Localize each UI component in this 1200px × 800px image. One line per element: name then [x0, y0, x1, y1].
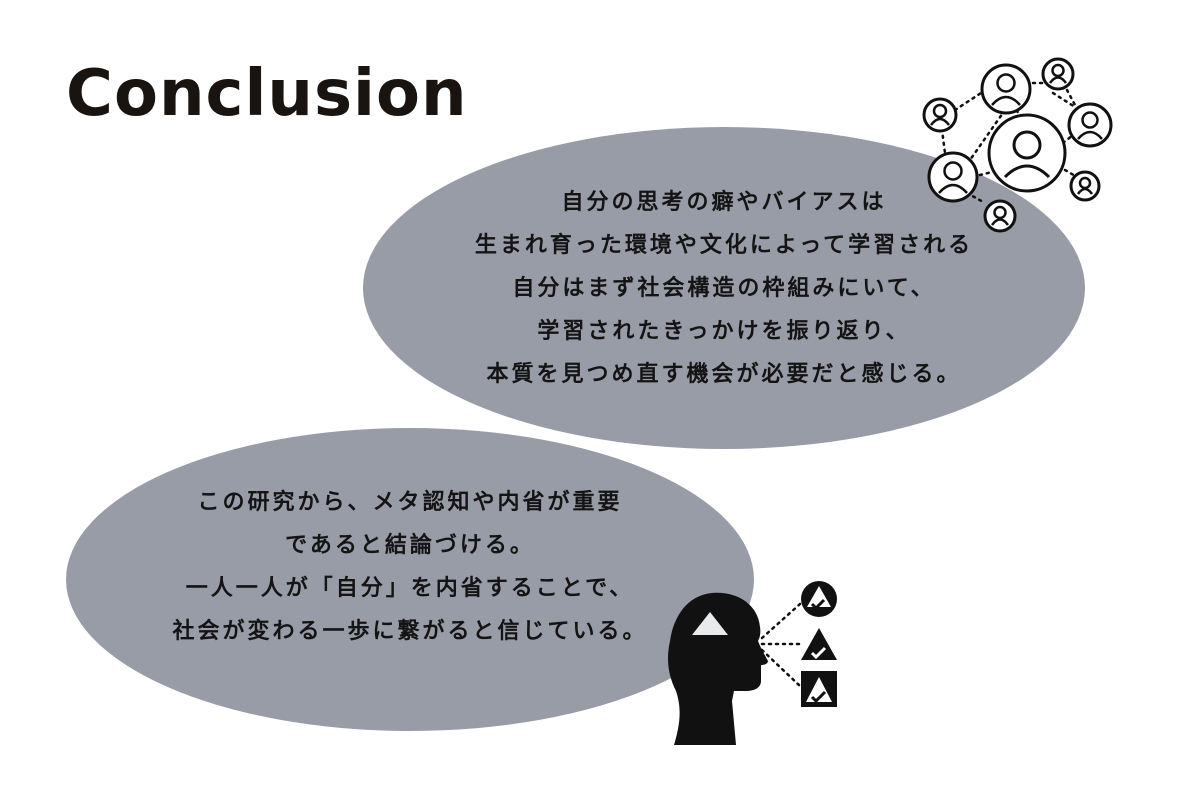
page-title: Conclusion: [66, 57, 468, 131]
bubble-bottom-line: この研究から、メタ認知や内省が重要: [197, 489, 623, 515]
bubble-top-line: 自分はまず社会構造の枠組みにいて、: [512, 275, 936, 301]
person-node-icon: [1067, 102, 1113, 148]
bubble-top-line: 学習されたきっかけを振り返り、: [537, 318, 911, 344]
person-node-large-icon: [987, 113, 1067, 193]
person-node-icon: [980, 63, 1032, 115]
person-node-small-icon: [1041, 57, 1075, 91]
bubble-top-line: 本質を見つめ直す機会が必要だと感じる。: [486, 361, 962, 387]
bubble-bottom-line: であると結論づける。: [285, 532, 535, 558]
thought-bubble-bottom: この研究から、メタ認知や内省が重要 であると結論づける。 一人一人が「自分」を内…: [66, 428, 754, 731]
people-network-icon: [922, 57, 1113, 233]
triangle-check-square-icon: [801, 671, 837, 707]
triangle-check-icon: [801, 628, 837, 660]
bubble-top-line: 自分の思考の癖やバイアスは: [561, 189, 887, 215]
triangle-check-circle-icon: [801, 581, 837, 617]
person-node-small-icon: [922, 97, 958, 133]
head-profile-icon: [668, 592, 768, 745]
person-node-small-icon: [1069, 170, 1101, 202]
person-node-icon: [927, 151, 979, 203]
bubble-bottom-line: 一人一人が「自分」を内省することで、: [185, 575, 635, 601]
bubble-bottom-text: この研究から、メタ認知や内省が重要 であると結論づける。 一人一人が「自分」を内…: [172, 481, 647, 653]
bubble-bottom-line: 社会が変わる一歩に繋がると信じている。: [172, 618, 648, 644]
connector-lines: [760, 602, 802, 688]
bubble-top-line: 生まれ育った環境や文化によって学習される: [474, 232, 974, 258]
bubble-top-text: 自分の思考の癖やバイアスは 生まれ育った環境や文化によって学習される 自分はまず…: [475, 181, 973, 396]
person-node-small-icon: [983, 199, 1017, 233]
